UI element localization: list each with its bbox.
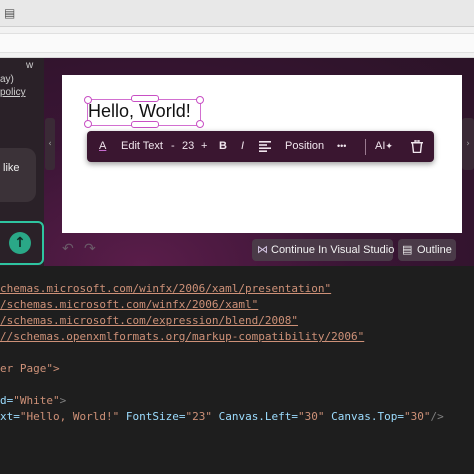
- code-line[interactable]: chemas.microsoft.com/winfx/2006/xaml/pre…: [0, 281, 331, 297]
- text-color-button[interactable]: A: [99, 131, 106, 162]
- canvas-text-element[interactable]: Hello, World!: [88, 101, 191, 122]
- code-line[interactable]: d="White">: [0, 393, 66, 409]
- code-token: "30": [298, 410, 325, 423]
- code-token: />: [430, 410, 444, 423]
- code-token: "30": [404, 410, 431, 423]
- chevron-right-icon: ›: [466, 139, 470, 149]
- delete-button[interactable]: [411, 131, 423, 162]
- position-button[interactable]: Position: [285, 131, 324, 162]
- redo-button[interactable]: ↷: [84, 241, 96, 257]
- code-line[interactable]: //schemas.openxmlformats.org/markup-comp…: [0, 329, 364, 345]
- code-token: "Hello, World!": [19, 410, 120, 423]
- collapse-right-button[interactable]: ›: [462, 118, 474, 170]
- resize-handle[interactable]: [196, 120, 204, 128]
- browser-title-bar: [0, 0, 474, 27]
- sparkle-icon: ✦: [385, 141, 393, 151]
- chat-bubble-text: like: [3, 162, 20, 174]
- trash-icon: [411, 138, 423, 153]
- increase-font-button[interactable]: +: [201, 131, 207, 162]
- bold-button[interactable]: B: [219, 131, 227, 162]
- code-token: Canvas.Top=: [324, 410, 405, 423]
- chevron-left-icon: ‹: [48, 139, 52, 149]
- outline-icon: ▤: [402, 243, 413, 256]
- arrow-up-icon: ↑: [14, 235, 26, 251]
- code-token: FontSize=: [119, 410, 186, 423]
- outline-button[interactable]: ▤ Outline: [398, 239, 456, 261]
- align-button[interactable]: [259, 131, 271, 162]
- undo-button[interactable]: ↶: [62, 241, 74, 257]
- edit-text-button[interactable]: Edit Text: [121, 131, 163, 162]
- align-left-icon: [259, 141, 271, 153]
- resize-handle[interactable]: [131, 121, 159, 128]
- continue-in-visual-studio-button[interactable]: ⋈ Continue In Visual Studio: [252, 239, 395, 261]
- ai-label: AI: [375, 140, 386, 152]
- collapse-left-button[interactable]: ‹: [45, 118, 55, 170]
- toolbar-divider: [365, 139, 366, 155]
- code-token: >: [59, 394, 67, 407]
- code-line[interactable]: /schemas.microsoft.com/expression/blend/…: [0, 313, 298, 329]
- redo-icon: ↷: [84, 241, 96, 257]
- outline-label: Outline: [417, 244, 452, 256]
- code-token: Canvas.Left=: [211, 410, 299, 423]
- undo-icon: ↶: [62, 241, 74, 257]
- send-button[interactable]: ↑: [9, 232, 31, 254]
- address-bar[interactable]: [0, 33, 474, 53]
- ai-button[interactable]: AI✦: [375, 131, 393, 162]
- continue-vs-label: Continue In Visual Studio: [271, 244, 395, 256]
- chat-text-line: w: [26, 60, 34, 71]
- decrease-font-button[interactable]: -: [171, 131, 175, 162]
- window-icon[interactable]: ▤: [4, 6, 18, 20]
- visual-studio-icon: ⋈: [257, 243, 268, 256]
- chat-text-line: ay): [0, 74, 14, 85]
- code-line[interactable]: /schemas.microsoft.com/winfx/2006/xaml": [0, 297, 258, 313]
- code-token: "23": [185, 410, 212, 423]
- code-token: xt=: [0, 410, 20, 423]
- code-token: "White": [13, 394, 60, 407]
- resize-handle[interactable]: [196, 96, 204, 104]
- policy-link[interactable]: policy: [0, 87, 26, 98]
- italic-button[interactable]: I: [241, 131, 244, 162]
- code-token: d=: [0, 394, 14, 407]
- code-line[interactable]: er Page">: [0, 361, 60, 377]
- font-size-value[interactable]: 23: [182, 131, 194, 162]
- chat-bubble: [0, 148, 36, 202]
- more-options-button[interactable]: •••: [337, 131, 346, 162]
- code-line[interactable]: xt="Hello, World!" FontSize="23" Canvas.…: [0, 409, 444, 425]
